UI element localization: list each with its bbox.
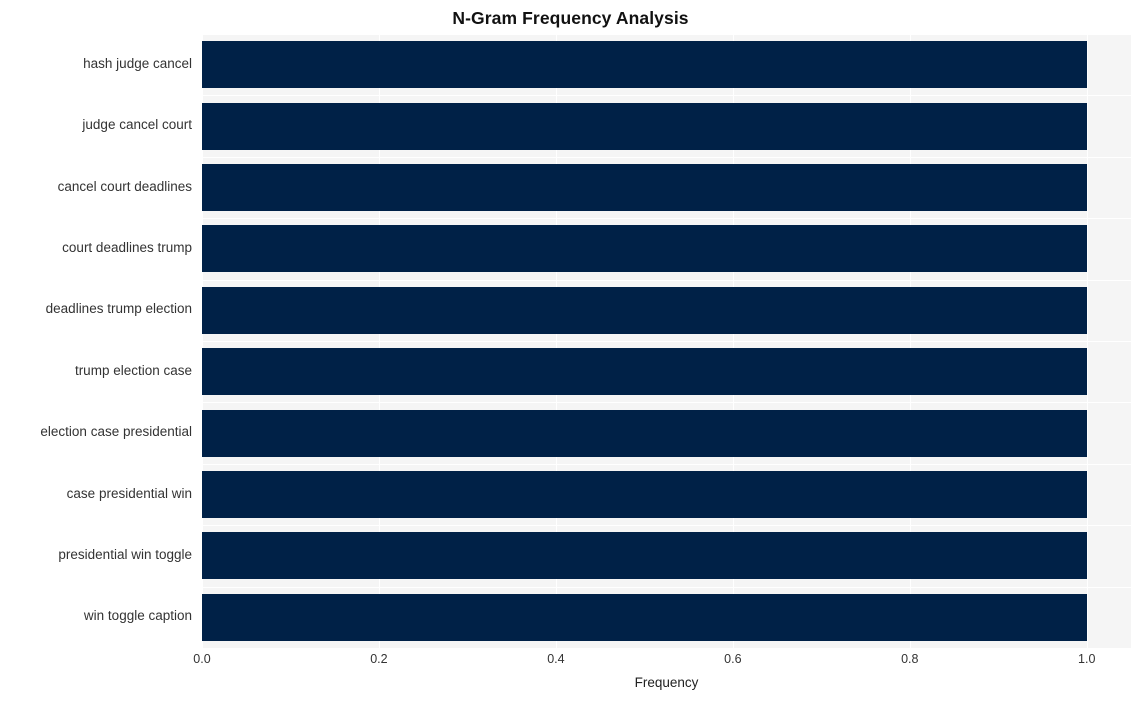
x-axis-tick-labels: 0.0 0.2 0.4 0.6 0.8 1.0 [0, 652, 1141, 672]
horizontal-gridline [202, 95, 1131, 96]
y-axis-tick-label: win toggle caption [83, 608, 192, 623]
ngram-frequency-chart: N-Gram Frequency Analysis hash judge can… [0, 0, 1141, 701]
x-axis-tick-label: 0.8 [901, 652, 919, 666]
y-axis-tick-label: court deadlines trump [62, 240, 192, 255]
bar [202, 410, 1087, 457]
y-axis-tick-label: presidential win toggle [58, 547, 192, 562]
horizontal-gridline [202, 341, 1131, 342]
x-axis-tick-label: 0.2 [370, 652, 388, 666]
x-axis-tick-label: 0.0 [193, 652, 211, 666]
horizontal-gridline [202, 34, 1131, 35]
bar [202, 225, 1087, 272]
bar [202, 103, 1087, 150]
bar [202, 41, 1087, 88]
bar [202, 532, 1087, 579]
x-axis-label: Frequency [634, 675, 699, 690]
y-axis-tick-label: election case presidential [40, 424, 192, 439]
horizontal-gridline [202, 402, 1131, 403]
horizontal-gridline [202, 157, 1131, 158]
bar [202, 348, 1087, 395]
y-axis-tick-labels: hash judge cancel judge cancel court cance… [0, 34, 192, 648]
x-axis-tick-label: 0.6 [724, 652, 742, 666]
plot-area [202, 34, 1131, 648]
horizontal-gridline [202, 587, 1131, 588]
y-axis-tick-label: deadlines trump election [45, 301, 192, 316]
chart-title: N-Gram Frequency Analysis [452, 8, 689, 28]
bar [202, 594, 1087, 641]
y-axis-tick-label: cancel court deadlines [57, 179, 192, 194]
bar [202, 471, 1087, 518]
x-axis-tick-label: 0.4 [547, 652, 565, 666]
horizontal-gridline [202, 525, 1131, 526]
horizontal-gridline [202, 464, 1131, 465]
bar [202, 164, 1087, 211]
horizontal-gridline [202, 280, 1131, 281]
y-axis-tick-label: trump election case [74, 363, 192, 378]
y-axis-tick-label: judge cancel court [82, 117, 192, 132]
x-axis-tick-label: 1.0 [1078, 652, 1096, 666]
bar [202, 287, 1087, 334]
horizontal-gridline [202, 218, 1131, 219]
y-axis-tick-label: hash judge cancel [83, 56, 192, 71]
y-axis-tick-label: case presidential win [66, 486, 192, 501]
